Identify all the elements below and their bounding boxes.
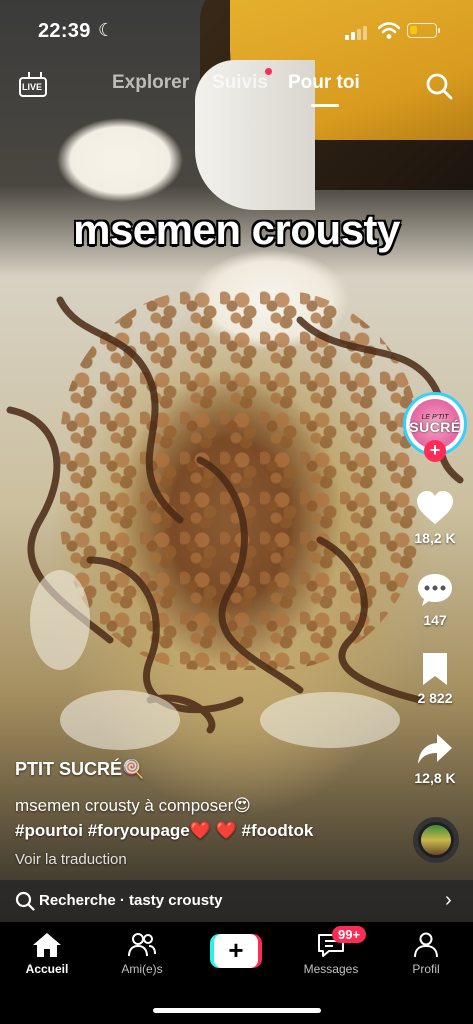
battery-icon xyxy=(407,23,440,38)
search-suggestion-text: Recherche · tasty crousty xyxy=(39,892,223,909)
like-count: 18,2 K xyxy=(414,530,456,546)
nav-messages-label: Messages xyxy=(303,962,359,976)
share-count: 12,8 K xyxy=(414,770,456,786)
create-button[interactable]: + xyxy=(210,934,262,968)
wifi-icon xyxy=(378,22,400,39)
nav-home[interactable]: Accueil xyxy=(7,932,87,976)
active-tab-indicator xyxy=(311,104,339,107)
author-name[interactable]: PTIT SUCRÉ🍭 xyxy=(15,759,144,780)
home-icon xyxy=(33,933,61,957)
follow-button[interactable]: + xyxy=(424,440,446,462)
post-hashtags[interactable]: #pourtoi #foryoupage❤️ ❤️ #foodtok xyxy=(15,821,313,841)
save-count: 2 822 xyxy=(417,690,453,706)
status-bar: 22:39 ☾ xyxy=(0,0,473,60)
save-button[interactable]: 2 822 xyxy=(405,652,465,706)
cellular-signal-icon xyxy=(345,24,371,40)
new-content-dot xyxy=(265,68,272,75)
video-player[interactable] xyxy=(0,0,473,925)
chevron-right-icon: › xyxy=(445,889,452,911)
battery-level xyxy=(410,26,417,34)
messages-badge: 99+ xyxy=(332,926,367,943)
like-button[interactable]: 18,2 K xyxy=(405,490,465,546)
music-cover-image xyxy=(421,825,451,855)
search-suggestion-bar[interactable]: Recherche · tasty crousty › xyxy=(0,880,473,922)
do-not-disturb-icon: ☾ xyxy=(98,20,115,40)
video-frame-chocolate-drizzle xyxy=(6,296,464,750)
video-text-overlay: msemen crousty xyxy=(73,206,400,253)
home-indicator xyxy=(153,1008,321,1013)
music-disc[interactable] xyxy=(413,817,459,863)
plus-icon: + xyxy=(214,934,258,968)
nav-friends[interactable]: Ami(e)s xyxy=(102,932,182,976)
nav-friends-label: Ami(e)s xyxy=(121,962,163,976)
status-time: 22:39 xyxy=(38,20,91,42)
share-arrow-icon xyxy=(418,734,452,764)
search-icon[interactable] xyxy=(425,72,453,100)
translate-link[interactable]: Voir la traduction xyxy=(15,851,127,868)
search-icon xyxy=(15,891,35,911)
heart-icon xyxy=(417,491,453,524)
feed-tabs: Explorer Suivis Pour toi xyxy=(0,72,473,112)
share-button[interactable]: 12,8 K xyxy=(405,732,465,786)
bookmark-icon xyxy=(423,653,447,685)
tab-explorer[interactable]: Explorer xyxy=(112,72,189,94)
avatar-brand-text: SUCRÉ xyxy=(409,418,461,435)
post-description: msemen crousty à composer😍 xyxy=(15,796,251,815)
comment-icon xyxy=(418,574,452,606)
tab-suivis[interactable]: Suivis xyxy=(212,72,268,94)
comment-button[interactable]: 147 xyxy=(405,572,465,628)
bottom-navigation: Accueil Ami(e)s + Messages 99+ Profil xyxy=(0,922,473,1024)
nav-profile[interactable]: Profil xyxy=(386,932,466,976)
tab-pour-toi[interactable]: Pour toi xyxy=(288,72,360,94)
nav-home-label: Accueil xyxy=(25,962,69,976)
profile-icon xyxy=(414,932,438,958)
nav-profile-label: Profil xyxy=(412,962,440,976)
friends-icon xyxy=(128,933,156,957)
comment-count: 147 xyxy=(423,612,447,628)
